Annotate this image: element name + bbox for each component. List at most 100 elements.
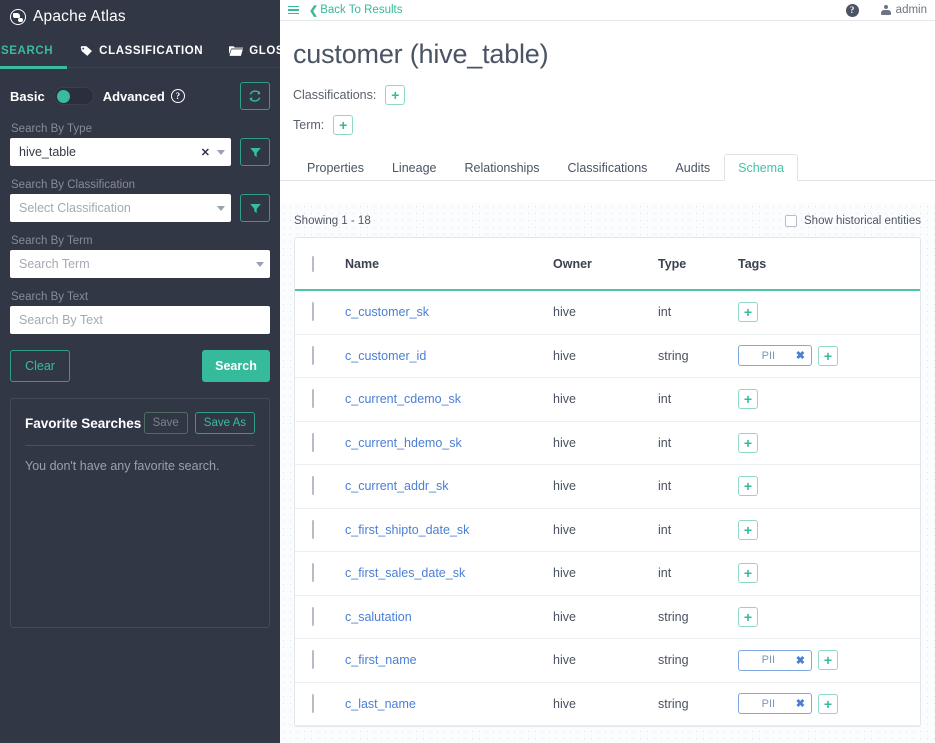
column-header-name[interactable]: Name [345, 257, 553, 271]
close-x-icon[interactable]: ✖ [796, 654, 805, 667]
tab-schema[interactable]: Schema [724, 154, 799, 181]
tab-relationships[interactable]: Relationships [450, 154, 553, 181]
add-classification-button[interactable]: + [385, 85, 406, 105]
help-icon[interactable]: ? [845, 3, 859, 17]
column-name-link[interactable]: c_current_cdemo_sk [345, 392, 461, 406]
row-checkbox[interactable] [312, 302, 314, 322]
row-checkbox[interactable] [312, 563, 314, 583]
row-name-cell: c_first_name [345, 651, 553, 669]
back-to-results-link[interactable]: ❮ Back To Results [309, 4, 402, 17]
row-owner-cell: hive [553, 348, 576, 363]
row-select-cell [312, 693, 345, 713]
row-name-cell: c_current_cdemo_sk [345, 390, 553, 408]
column-header-type[interactable]: Type [658, 257, 738, 271]
search-by-type-filter-button[interactable] [240, 138, 270, 166]
tab-classifications[interactable]: Classifications [554, 154, 662, 181]
row-tags-cell: + [738, 389, 920, 410]
add-tag-button[interactable]: + [738, 519, 758, 540]
advanced-help-icon[interactable]: ? [170, 89, 185, 103]
tab-audits[interactable]: Audits [661, 154, 724, 181]
column-name-link[interactable]: c_current_addr_sk [345, 479, 449, 493]
row-name-cell: c_first_sales_date_sk [345, 564, 553, 582]
add-term-button[interactable]: + [333, 115, 354, 135]
search-button[interactable]: Search [202, 350, 270, 382]
table-row: c_salutation hive string + [295, 596, 920, 639]
save-button[interactable]: Save [143, 412, 188, 434]
add-tag-button[interactable]: + [738, 432, 758, 453]
show-historical-entities-toggle[interactable]: Show historical entities [785, 215, 921, 227]
column-name-link[interactable]: c_first_shipto_date_sk [345, 523, 469, 537]
table-row: c_current_hdemo_sk hive int + [295, 422, 920, 465]
search-by-term-placeholder: Search Term [19, 257, 90, 271]
basic-mode-label: Basic [10, 88, 45, 104]
column-name-link[interactable]: c_first_sales_date_sk [345, 566, 465, 580]
tag-label: PII [761, 349, 776, 362]
column-name-link[interactable]: c_salutation [345, 610, 412, 624]
tag-label: PII [761, 697, 776, 710]
hamburger-icon[interactable] [284, 4, 303, 17]
brand: Apache Atlas [0, 0, 280, 34]
tag-pill[interactable]: PII ✖ [738, 693, 812, 715]
close-x-icon[interactable]: ✖ [796, 697, 805, 710]
refresh-button[interactable] [240, 82, 270, 110]
column-name-link[interactable]: c_first_name [345, 653, 417, 667]
clear-button[interactable]: Clear [10, 350, 70, 382]
basic-advanced-toggle[interactable] [53, 87, 94, 105]
chevron-down-icon[interactable] [217, 205, 225, 211]
row-tags-cell: + [738, 606, 920, 627]
clear-x-icon[interactable]: ✕ [201, 146, 210, 159]
row-select-cell [312, 389, 345, 409]
row-checkbox[interactable] [312, 519, 314, 539]
row-select-cell [312, 650, 345, 670]
row-owner-cell: hive [553, 305, 576, 320]
app-root: Apache Atlas SEARCH CLASSIFICATION GLOSS… [0, 0, 935, 743]
row-checkbox[interactable] [312, 389, 314, 409]
column-name-link[interactable]: c_last_name [345, 697, 416, 711]
search-by-type-input[interactable]: hive_table ✕ [10, 138, 231, 166]
column-header-owner[interactable]: Owner [553, 257, 658, 271]
add-tag-button[interactable]: + [738, 606, 758, 627]
search-by-term-input[interactable]: Search Term [10, 250, 270, 278]
add-tag-button[interactable]: + [738, 389, 758, 410]
search-by-text-input[interactable] [10, 306, 270, 334]
sidebar-tab-search[interactable]: SEARCH [0, 34, 68, 69]
tag-pill[interactable]: PII ✖ [738, 649, 812, 671]
add-tag-button[interactable]: + [818, 650, 838, 671]
sidebar-tab-search-label: SEARCH [1, 44, 54, 57]
sidebar-tab-classification[interactable]: CLASSIFICATION [67, 34, 216, 68]
back-to-results-label: Back To Results [320, 4, 403, 16]
add-tag-button[interactable]: + [738, 563, 758, 584]
chevron-down-icon[interactable] [256, 261, 264, 267]
search-mode-toggle-group: Basic Advanced ? [10, 87, 185, 105]
sidebar-tab-glossary[interactable]: GLOSSARY [216, 34, 280, 68]
search-by-type-label: Search By Type [11, 123, 92, 135]
row-checkbox[interactable] [312, 606, 314, 626]
column-name-link[interactable]: c_customer_id [345, 349, 426, 363]
select-all-checkbox[interactable] [312, 255, 314, 272]
tab-lineage[interactable]: Lineage [378, 154, 451, 181]
row-checkbox[interactable] [312, 476, 314, 496]
column-name-link[interactable]: c_customer_sk [345, 305, 429, 319]
row-checkbox[interactable] [312, 693, 314, 713]
column-name-link[interactable]: c_current_hdemo_sk [345, 436, 462, 450]
tag-pill[interactable]: PII ✖ [738, 345, 812, 367]
chevron-down-icon[interactable] [217, 149, 225, 155]
search-by-classification-input[interactable]: Select Classification [10, 194, 231, 222]
row-checkbox[interactable] [312, 345, 314, 365]
add-tag-button[interactable]: + [738, 302, 758, 323]
show-historical-entities-checkbox[interactable] [785, 215, 798, 227]
row-owner-cell: hive [553, 696, 576, 711]
add-tag-button[interactable]: + [818, 693, 838, 714]
row-checkbox[interactable] [312, 432, 314, 452]
row-checkbox[interactable] [312, 650, 314, 670]
search-by-term-label: Search By Term [11, 235, 93, 247]
user-menu[interactable]: admin [880, 4, 927, 16]
column-header-tags[interactable]: Tags [738, 257, 920, 271]
table-row: c_last_name hive string PII ✖ + [295, 683, 920, 726]
search-by-classification-filter-button[interactable] [240, 194, 270, 222]
add-tag-button[interactable]: + [738, 476, 758, 497]
add-tag-button[interactable]: + [818, 345, 838, 366]
tab-properties[interactable]: Properties [293, 154, 378, 181]
save-as-button[interactable]: Save As [194, 412, 255, 434]
close-x-icon[interactable]: ✖ [796, 349, 805, 362]
